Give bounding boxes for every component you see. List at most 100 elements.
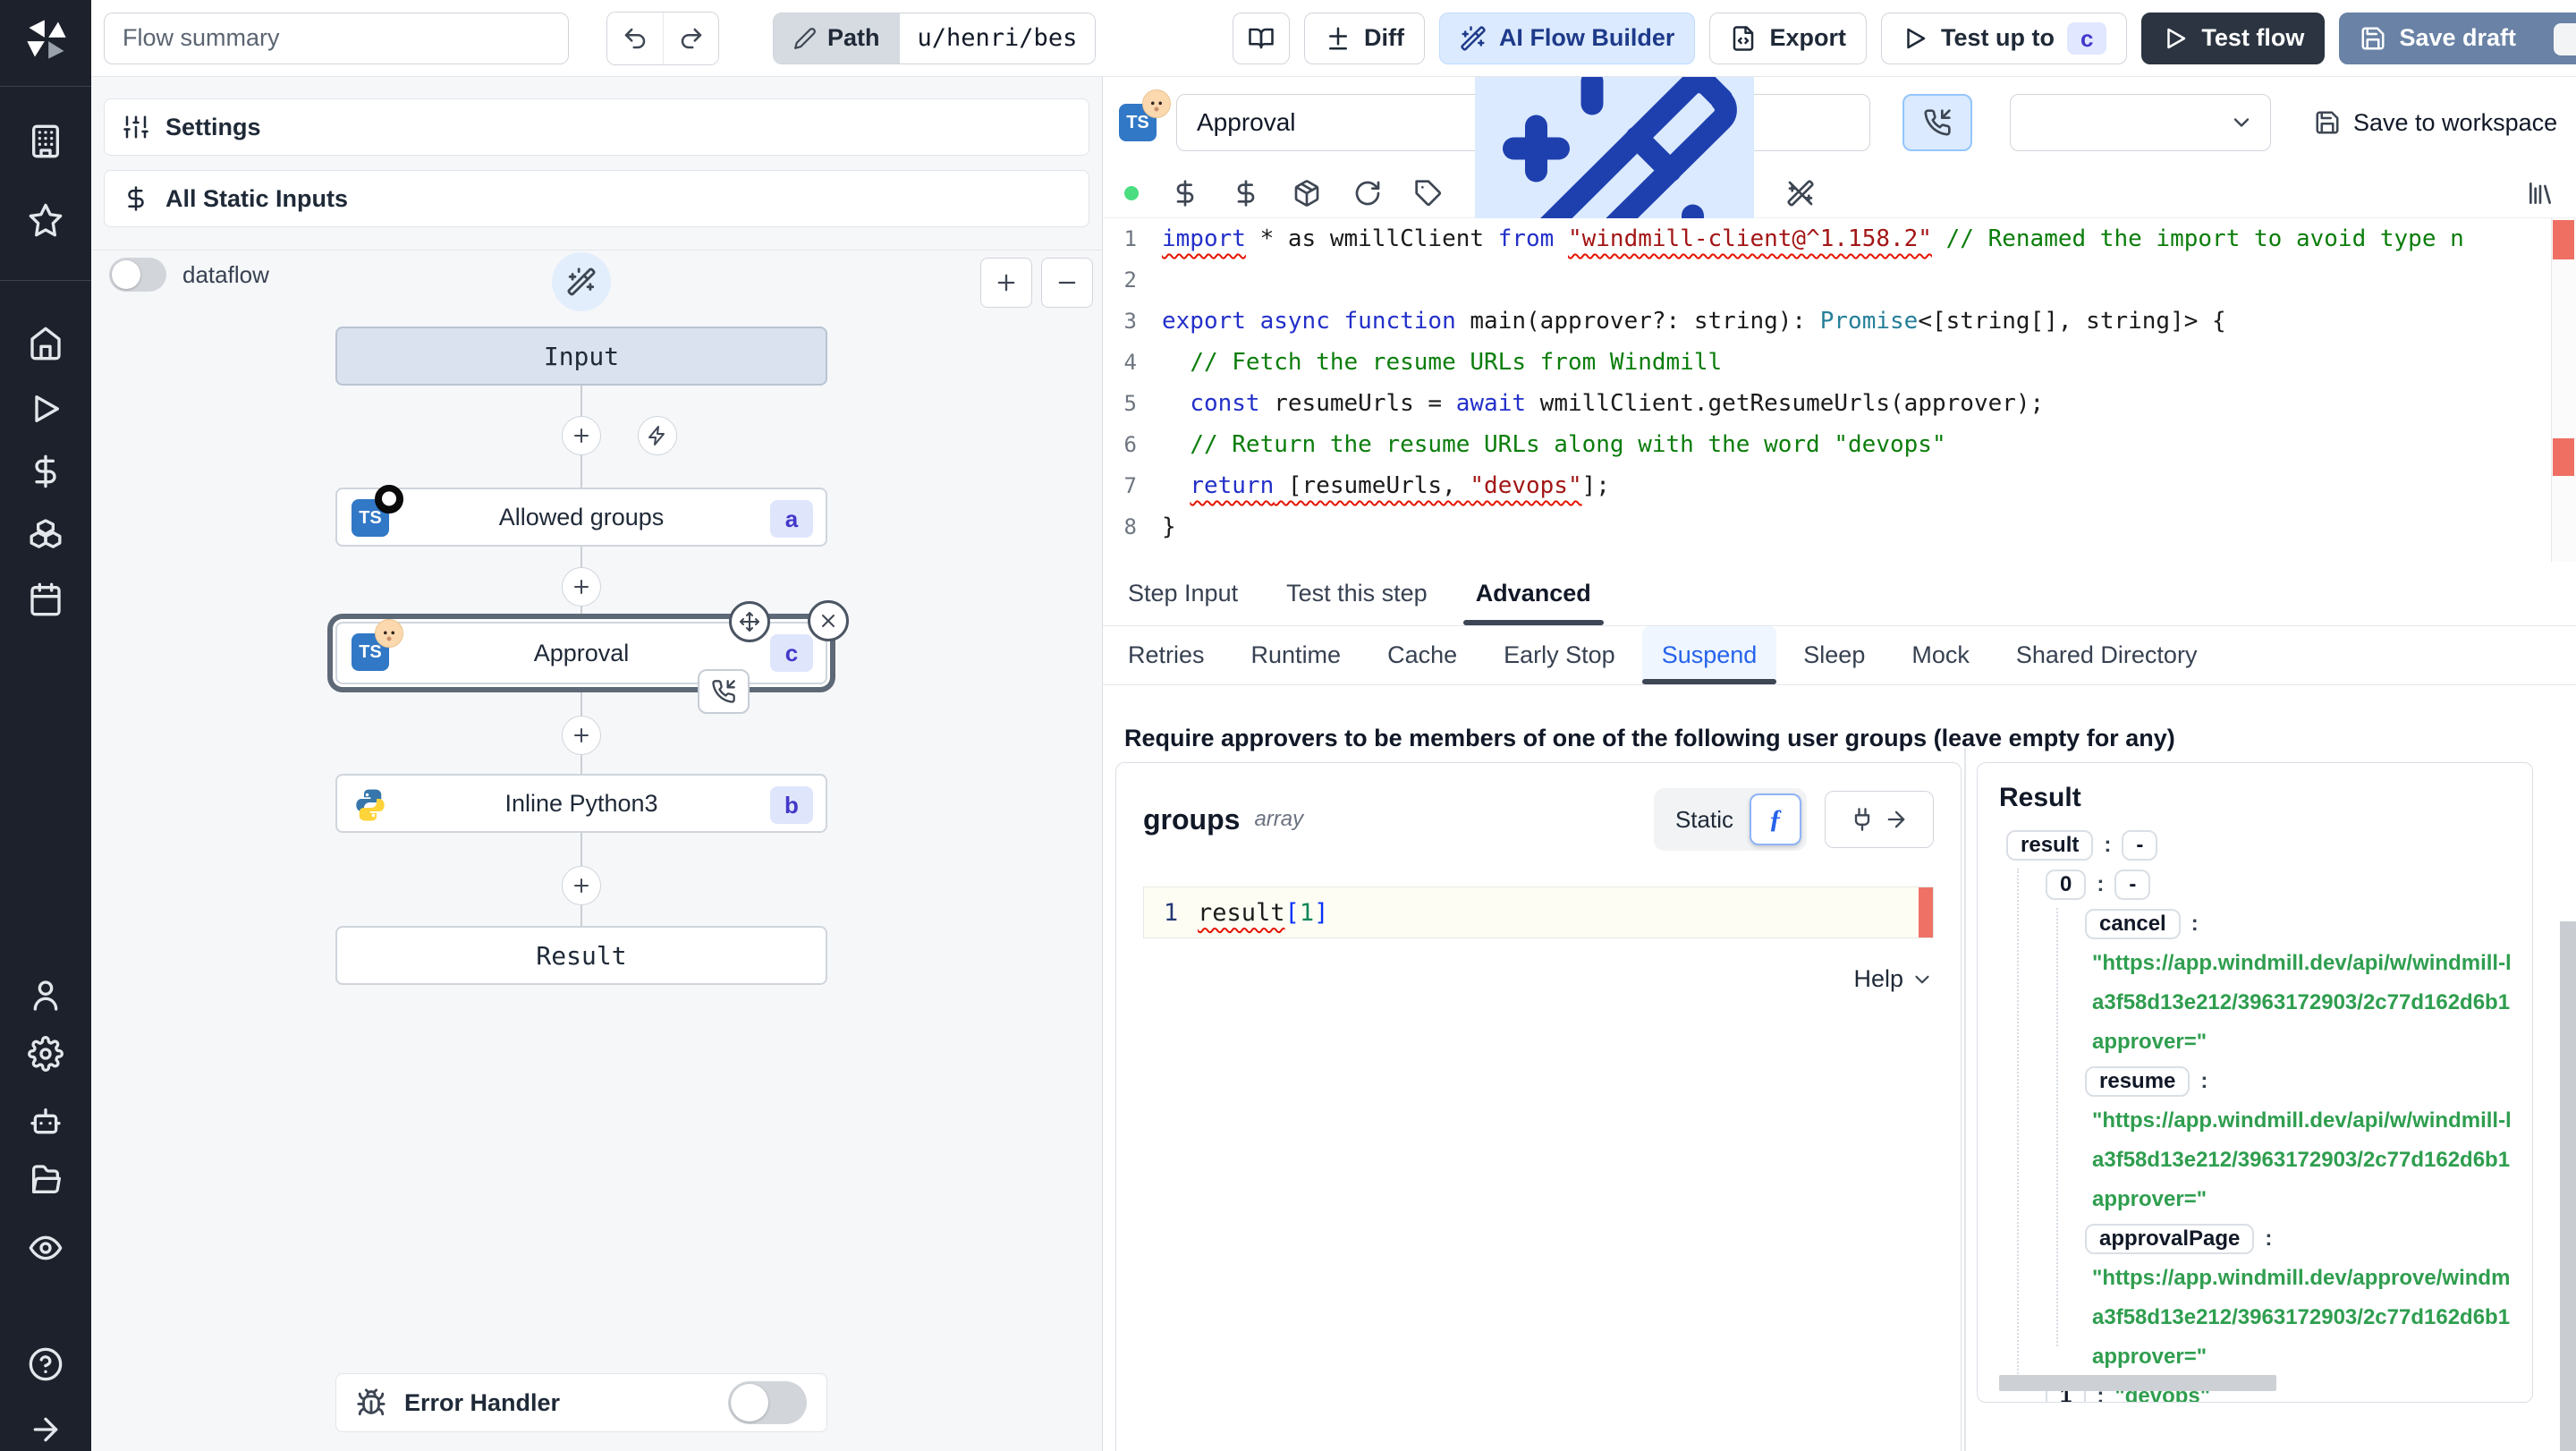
dataflow-label: dataflow: [182, 260, 269, 288]
horizontal-scrollbar-thumb[interactable]: [1999, 1375, 2276, 1391]
json-string-line: approver=": [2092, 1345, 2207, 1369]
error-handler-card[interactable]: Error Handler: [335, 1373, 827, 1432]
indent-guide: [2017, 869, 2019, 1387]
audit-eye-icon[interactable]: [28, 1230, 64, 1266]
json-key-badge[interactable]: 0: [2046, 870, 2087, 900]
redo-button[interactable]: [663, 12, 718, 64]
settings-gear-icon[interactable]: [28, 1036, 64, 1072]
zoom-in-button[interactable]: [980, 258, 1032, 308]
flow-summary-input[interactable]: [104, 12, 569, 64]
json-key-badge[interactable]: cancel: [2085, 909, 2181, 939]
groups-expression-editor[interactable]: 1 result[1]: [1143, 887, 1934, 938]
error-bar: [1919, 887, 1933, 938]
path-label: Path: [827, 24, 880, 51]
save-draft-button[interactable]: Save draft: [2339, 12, 2576, 64]
save-to-workspace-button[interactable]: Save to workspace: [2314, 109, 2557, 137]
schedules-icon[interactable]: [28, 581, 64, 617]
add-step-button[interactable]: [562, 416, 601, 455]
json-tree-row[interactable]: result: -: [1999, 826, 2511, 865]
workers-robot-icon[interactable]: [28, 1104, 64, 1140]
stab-early-stop[interactable]: Early Stop: [1484, 626, 1635, 684]
export-button[interactable]: Export: [1709, 12, 1867, 64]
tab-advanced[interactable]: Advanced: [1456, 562, 1611, 625]
stab-suspend[interactable]: Suspend: [1641, 626, 1777, 684]
step-editor-panel: TS Save to workspace: [1103, 77, 2576, 1451]
suspend-phone-badge[interactable]: [698, 669, 750, 714]
help-dropdown[interactable]: Help: [1143, 965, 1934, 993]
json-collapse-badge[interactable]: -: [2114, 870, 2151, 900]
runs-icon[interactable]: [28, 391, 64, 427]
package-icon[interactable]: [1292, 179, 1321, 208]
static-label[interactable]: Static: [1675, 806, 1733, 834]
folders-icon[interactable]: [28, 1162, 64, 1198]
tab-test-this-step[interactable]: Test this step: [1267, 562, 1447, 625]
resources-icon[interactable]: [28, 516, 64, 552]
plus-circle-icon: [571, 425, 592, 446]
test-flow-button[interactable]: Test flow: [2141, 12, 2326, 64]
json-key-badge[interactable]: approvalPage: [2085, 1224, 2255, 1254]
error-handler-toggle[interactable]: [728, 1381, 807, 1424]
suspend-phone-button[interactable]: [1902, 94, 1972, 151]
wand-off-icon[interactable]: [1786, 179, 1815, 208]
delete-node-button[interactable]: [808, 600, 849, 641]
stab-runtime[interactable]: Runtime: [1232, 626, 1361, 684]
home-icon[interactable]: [28, 326, 64, 361]
sidebar-divider: [0, 280, 91, 281]
diff-button[interactable]: Diff: [1303, 12, 1425, 64]
reload-icon[interactable]: [1353, 179, 1382, 208]
resources-dollar-icon[interactable]: [1232, 179, 1260, 208]
vertical-scrollbar-thumb[interactable]: [2560, 921, 2576, 1451]
stab-mock[interactable]: Mock: [1892, 626, 1989, 684]
user-icon[interactable]: [28, 978, 64, 1014]
docs-button[interactable]: [1232, 12, 1290, 64]
stab-shared-directory[interactable]: Shared Directory: [1996, 626, 2217, 684]
json-key-badge[interactable]: result: [2006, 830, 2094, 861]
json-tree-row[interactable]: approvalPage:: [1999, 1219, 2511, 1259]
sidebar-divider: [0, 86, 91, 87]
workspace-script-select[interactable]: [2010, 94, 2271, 151]
building-icon[interactable]: [28, 123, 64, 159]
trigger-button[interactable]: [638, 416, 677, 455]
expand-sidebar-icon[interactable]: [28, 1412, 64, 1447]
ai-flow-builder-button[interactable]: AI Flow Builder: [1438, 12, 1696, 64]
code-editor[interactable]: 1 import * as wmillClient from "windmill-…: [1103, 218, 2576, 562]
add-step-button[interactable]: [562, 567, 601, 607]
json-tree-row[interactable]: resume:: [1999, 1062, 2511, 1101]
library-icon[interactable]: [2526, 179, 2555, 208]
graph-node-allowed-groups[interactable]: TS Allowed groups a: [335, 485, 827, 547]
move-node-button[interactable]: [729, 601, 770, 642]
json-collapse-badge[interactable]: -: [2122, 830, 2158, 861]
json-key-badge[interactable]: resume: [2085, 1066, 2190, 1097]
json-colon: :: [2104, 833, 2112, 857]
stab-sleep[interactable]: Sleep: [1784, 626, 1885, 684]
flow-settings-button[interactable]: Settings: [104, 98, 1089, 156]
windmill-logo-icon[interactable]: [23, 16, 70, 63]
stab-cache[interactable]: Cache: [1368, 626, 1477, 684]
graph-node-inline-python3[interactable]: Inline Python3 b: [335, 774, 827, 833]
stab-retries[interactable]: Retries: [1108, 626, 1224, 684]
all-static-inputs-button[interactable]: All Static Inputs: [104, 170, 1089, 227]
connect-input-button[interactable]: [1825, 791, 1934, 848]
json-tree-row[interactable]: 0:-: [1999, 865, 2511, 904]
tab-step-input[interactable]: Step Input: [1108, 562, 1258, 625]
ai-graph-wand-button[interactable]: [552, 252, 611, 311]
test-up-to-button[interactable]: Test up to c: [1880, 12, 2128, 64]
graph-node-result[interactable]: Result: [335, 926, 827, 985]
add-step-button[interactable]: [562, 866, 601, 905]
editor-toolbar: [1103, 77, 2576, 333]
path-button[interactable]: Path: [774, 13, 900, 64]
javascript-expression-toggle[interactable]: ƒ: [1750, 793, 1801, 845]
dataflow-toggle[interactable]: [109, 258, 166, 292]
star-icon[interactable]: [28, 202, 64, 238]
add-step-button[interactable]: [562, 716, 601, 755]
graph-node-input[interactable]: Input: [335, 327, 827, 386]
json-tree-row[interactable]: cancel:: [1999, 904, 2511, 944]
help-icon[interactable]: [28, 1346, 64, 1382]
variables-icon[interactable]: [28, 454, 64, 489]
undo-button[interactable]: [607, 12, 663, 64]
panel-splitter[interactable]: [1964, 748, 1966, 1451]
tag-icon[interactable]: [1414, 179, 1443, 208]
zoom-out-button[interactable]: [1041, 258, 1093, 308]
path-control[interactable]: Path u/henri/bes: [773, 12, 1097, 64]
variables-icon[interactable]: [1171, 179, 1199, 208]
